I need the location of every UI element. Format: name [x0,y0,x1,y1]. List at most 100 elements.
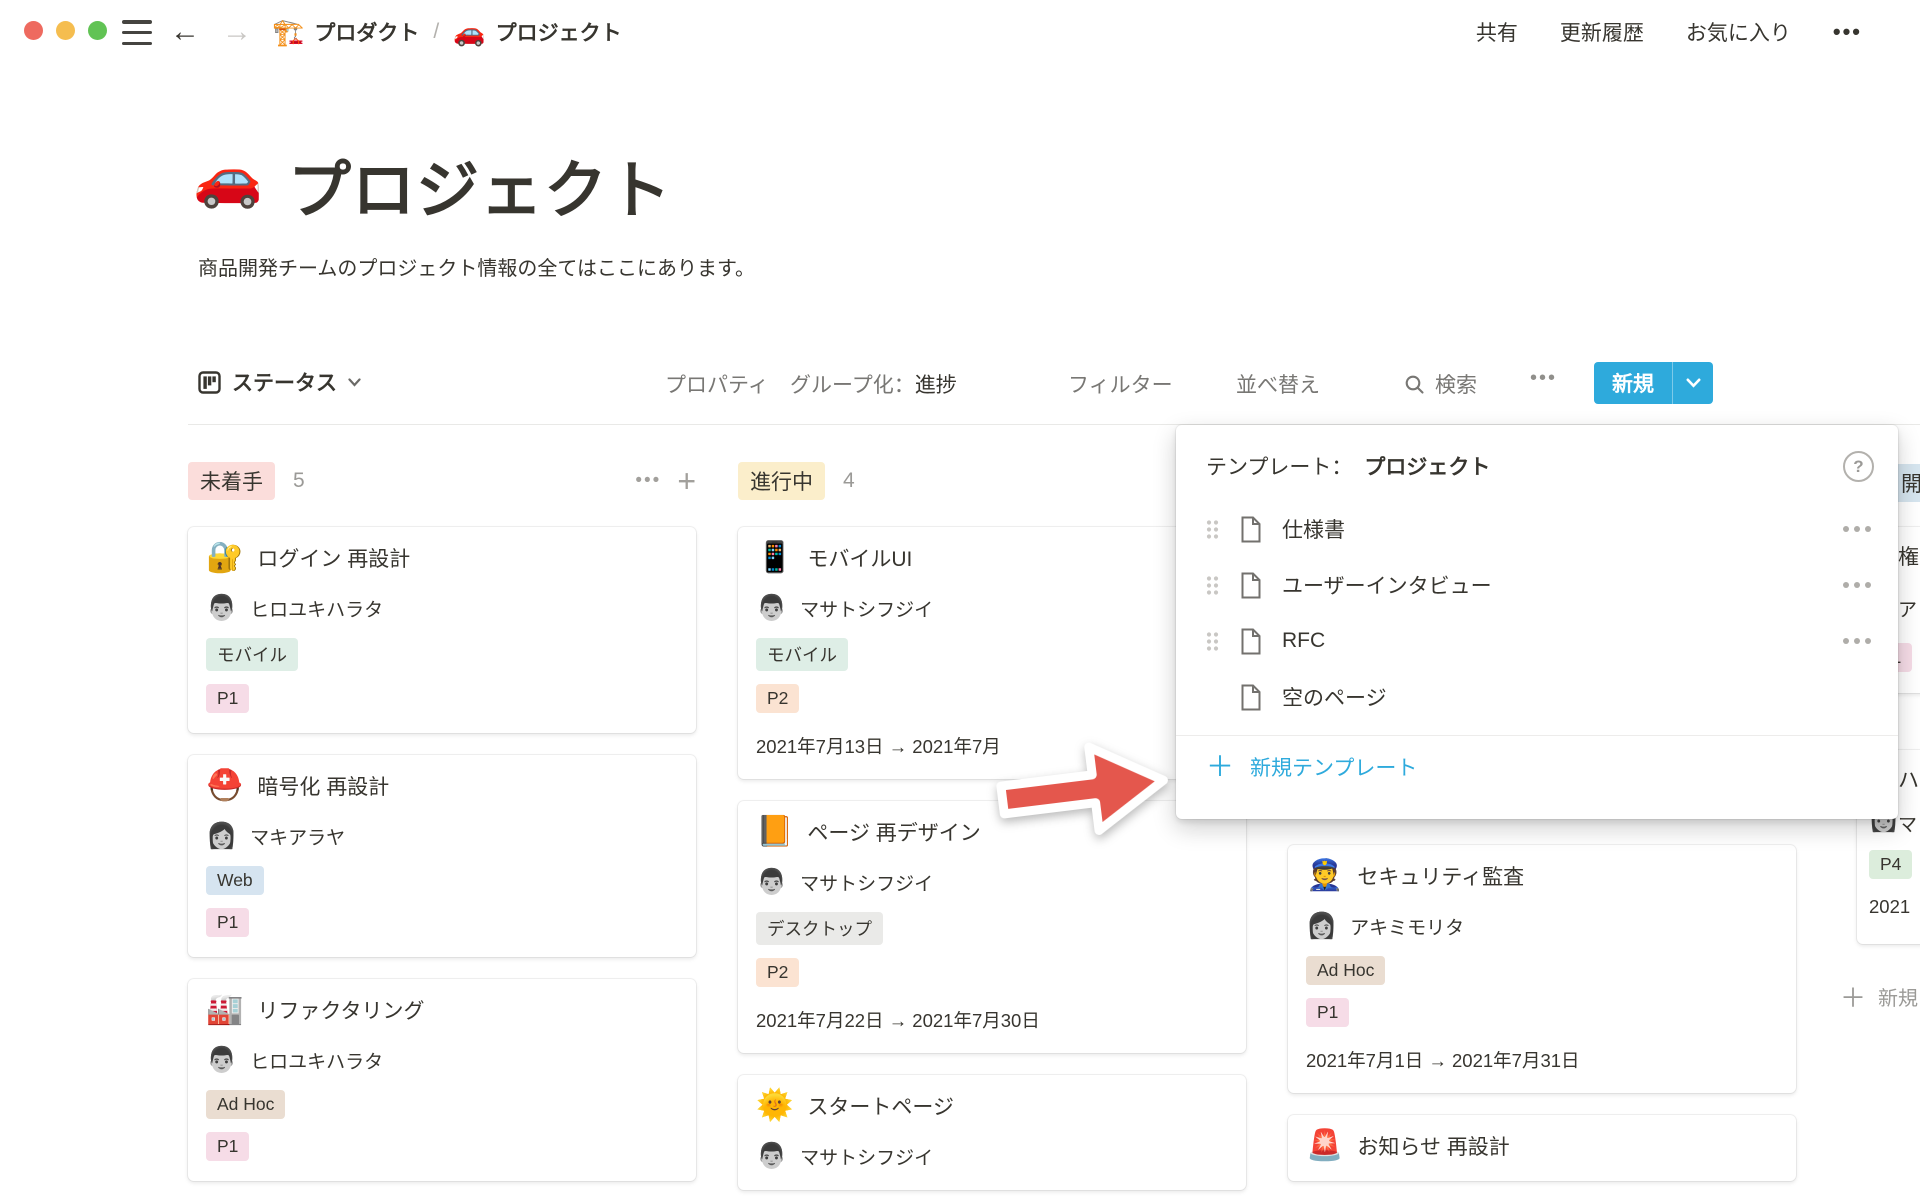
page-icon-car[interactable]: 🚗 [193,150,263,206]
card-title-row: 🚨 お知らせ 再設計 [1306,1131,1778,1161]
board-card[interactable]: 📱 モバイルUI 👨 マサトシフジイ モバイルP2 2021年7月13日 → 2… [738,527,1246,779]
template-menu-item[interactable]: ユーザーインタビュー [1176,557,1898,613]
breadcrumb-item-project[interactable]: プロジェクト [496,17,622,47]
status-tag[interactable]: 進行中 [738,462,825,500]
template-menu-item[interactable]: 仕様書 [1176,501,1898,557]
card-emoji-icon: 🚨 [1306,1131,1343,1161]
more-button[interactable] [1842,581,1872,589]
filter-button[interactable]: フィルター [1068,369,1173,399]
card-title: ログイン 再設計 [257,543,410,573]
breadcrumb: 🏗️ プロダクト / 🚗 プロジェクト [272,0,622,64]
card-tags: デスクトップ P2 [756,912,1228,987]
card-assignee: ア [1898,595,1917,622]
card-assignee: マサトシフジイ [800,595,933,622]
card-list: 🔐 ログイン 再設計 👨 ヒロユキハラタ モバイルP1 ⛑️ 暗号化 再設計 👩… [188,527,696,1181]
column-actions: ••• + [635,465,696,497]
update-history-button[interactable]: 更新履歴 [1560,17,1644,47]
card-assignee: ヒロユキハラタ [250,595,383,622]
drag-handle-icon[interactable] [1206,631,1220,652]
card-tags: WebP1 [206,866,678,937]
board-view-icon [198,371,221,394]
add-card-button[interactable]: ＋ 新規 [1840,978,1918,1015]
drag-handle-icon[interactable] [1206,575,1220,596]
properties-button[interactable]: プロパティ [665,369,769,399]
back-arrow-icon[interactable]: ← [170,12,200,52]
card-assignee-row: 👨 ヒロユキハラタ [206,595,678,622]
view-selector[interactable]: ステータス [198,367,361,397]
card-tags: Ad HocP1 [1306,956,1778,1027]
search-button[interactable]: 検索 [1404,369,1477,399]
card-assignee-row: 👩 アキミモリタ [1306,913,1778,940]
more-button[interactable] [1842,637,1872,645]
card-tag-row: デスクトップ [756,912,1228,945]
board-card[interactable]: 🔐 ログイン 再設計 👨 ヒロユキハラタ モバイルP1 [188,527,696,733]
card-title: リファクタリング [257,995,424,1025]
board-card[interactable]: 🌞 スタートページ 👨 マサトシフジイ [738,1075,1246,1190]
red-arrow-annotation [990,728,1177,853]
sidebar-menu-icon[interactable] [122,20,152,45]
drag-handle-icon[interactable] [1206,519,1220,540]
page-icon [1240,516,1262,543]
view-toolbar: ステータス プロパティ グループ化：進捗 フィルター 並べ替え 検索 ••• 新… [0,361,1920,405]
card-assignee-row: 👨 マサトシフジイ [756,595,1228,622]
card-date: 2021年7月22日 → 2021年7月30日 [756,1007,1228,1033]
board-card[interactable]: 👮 セキュリティ監査 👩 アキミモリタ Ad HocP1 2021年7月1日 →… [1288,845,1796,1093]
template-menu-item[interactable]: 空のページ [1176,669,1898,725]
card-tag-row: モバイル [756,638,1228,671]
card-title: ページ 再デザイン [807,817,980,847]
card-date: 2021年7月1日 → 2021年7月31日 [1306,1047,1778,1073]
board-card[interactable]: 📙 ページ 再デザイン 👨 マサトシフジイ デスクトップP2 2021年7月22… [738,801,1246,1053]
breadcrumb-item-product[interactable]: プロダクト [314,17,419,47]
column-count: 5 [293,469,305,493]
share-button[interactable]: 共有 [1476,17,1518,47]
board-card[interactable]: 🚨 お知らせ 再設計 [1288,1115,1796,1181]
card-date: 2021 [1869,896,1910,918]
project-car-icon: 🚗 [453,17,485,48]
more-options-icon[interactable]: ••• [1833,19,1862,45]
board-card[interactable]: ⛑️ 暗号化 再設計 👩 マキアラヤ WebP1 [188,755,696,957]
card-tag-row: P1 [206,1132,678,1161]
view-name: ステータス [232,367,337,397]
card-tag-row: P2 [756,684,1228,713]
column-more-icon[interactable]: ••• [635,470,661,492]
more-button[interactable] [1842,525,1872,533]
sort-button[interactable]: 並べ替え [1236,369,1320,399]
template-menu-items: 仕様書 ユーザーインタビュー [1176,501,1898,725]
group-by-button[interactable]: グループ化：進捗 [790,369,957,399]
card-tag-row: P2 [756,958,1228,987]
card-emoji-icon: 🌞 [756,1091,793,1121]
forward-arrow-icon[interactable]: → [222,12,252,52]
favorites-button[interactable]: お気に入り [1686,17,1791,47]
group-by-label: グループ化： [790,374,915,397]
window-zoom-button[interactable] [88,21,107,40]
board-card[interactable]: 🏭 リファクタリング 👨 ヒロユキハラタ Ad HocP1 [188,979,696,1181]
help-icon[interactable]: ? [1843,451,1874,482]
card-title-row: ⛑️ 暗号化 再設計 [206,771,678,801]
new-button-dropdown[interactable] [1673,362,1713,404]
template-menu-item[interactable]: RFC [1176,613,1898,669]
toolbar-more-icon[interactable]: ••• [1530,367,1557,390]
card-tag-row: Web [206,866,678,895]
card-title: スタートページ [807,1091,954,1121]
status-tag[interactable]: 未着手 [188,462,275,500]
new-button-label[interactable]: 新規 [1594,362,1672,404]
window-close-button[interactable] [24,21,43,40]
new-template-button[interactable]: ＋ 新規テンプレート [1176,736,1898,798]
card-tag: P2 [756,684,799,713]
avatar: 👨 [756,870,787,895]
window-minimize-button[interactable] [56,21,75,40]
card-title-row: 🔐 ログイン 再設計 [206,543,678,573]
plus-icon: ＋ [1206,753,1234,781]
column-header: 進行中 4 ••• + [738,462,1246,500]
template-menu-header: テンプレート： プロジェクト [1176,425,1898,481]
card-emoji-icon: ⛑️ [206,771,243,801]
card-tag: P1 [1306,998,1349,1027]
card-title-row: 📱 モバイルUI [756,543,1228,573]
search-icon [1404,374,1425,395]
card-tags: モバイルP1 [206,638,678,713]
card-assignee: マサトシフジイ [800,1143,933,1170]
topbar-actions: 共有 更新履歴 お気に入り ••• [1476,0,1920,64]
card-tag: Ad Hoc [206,1090,285,1119]
column-add-icon[interactable]: + [677,465,696,497]
card-tag: P4 [1869,850,1912,879]
